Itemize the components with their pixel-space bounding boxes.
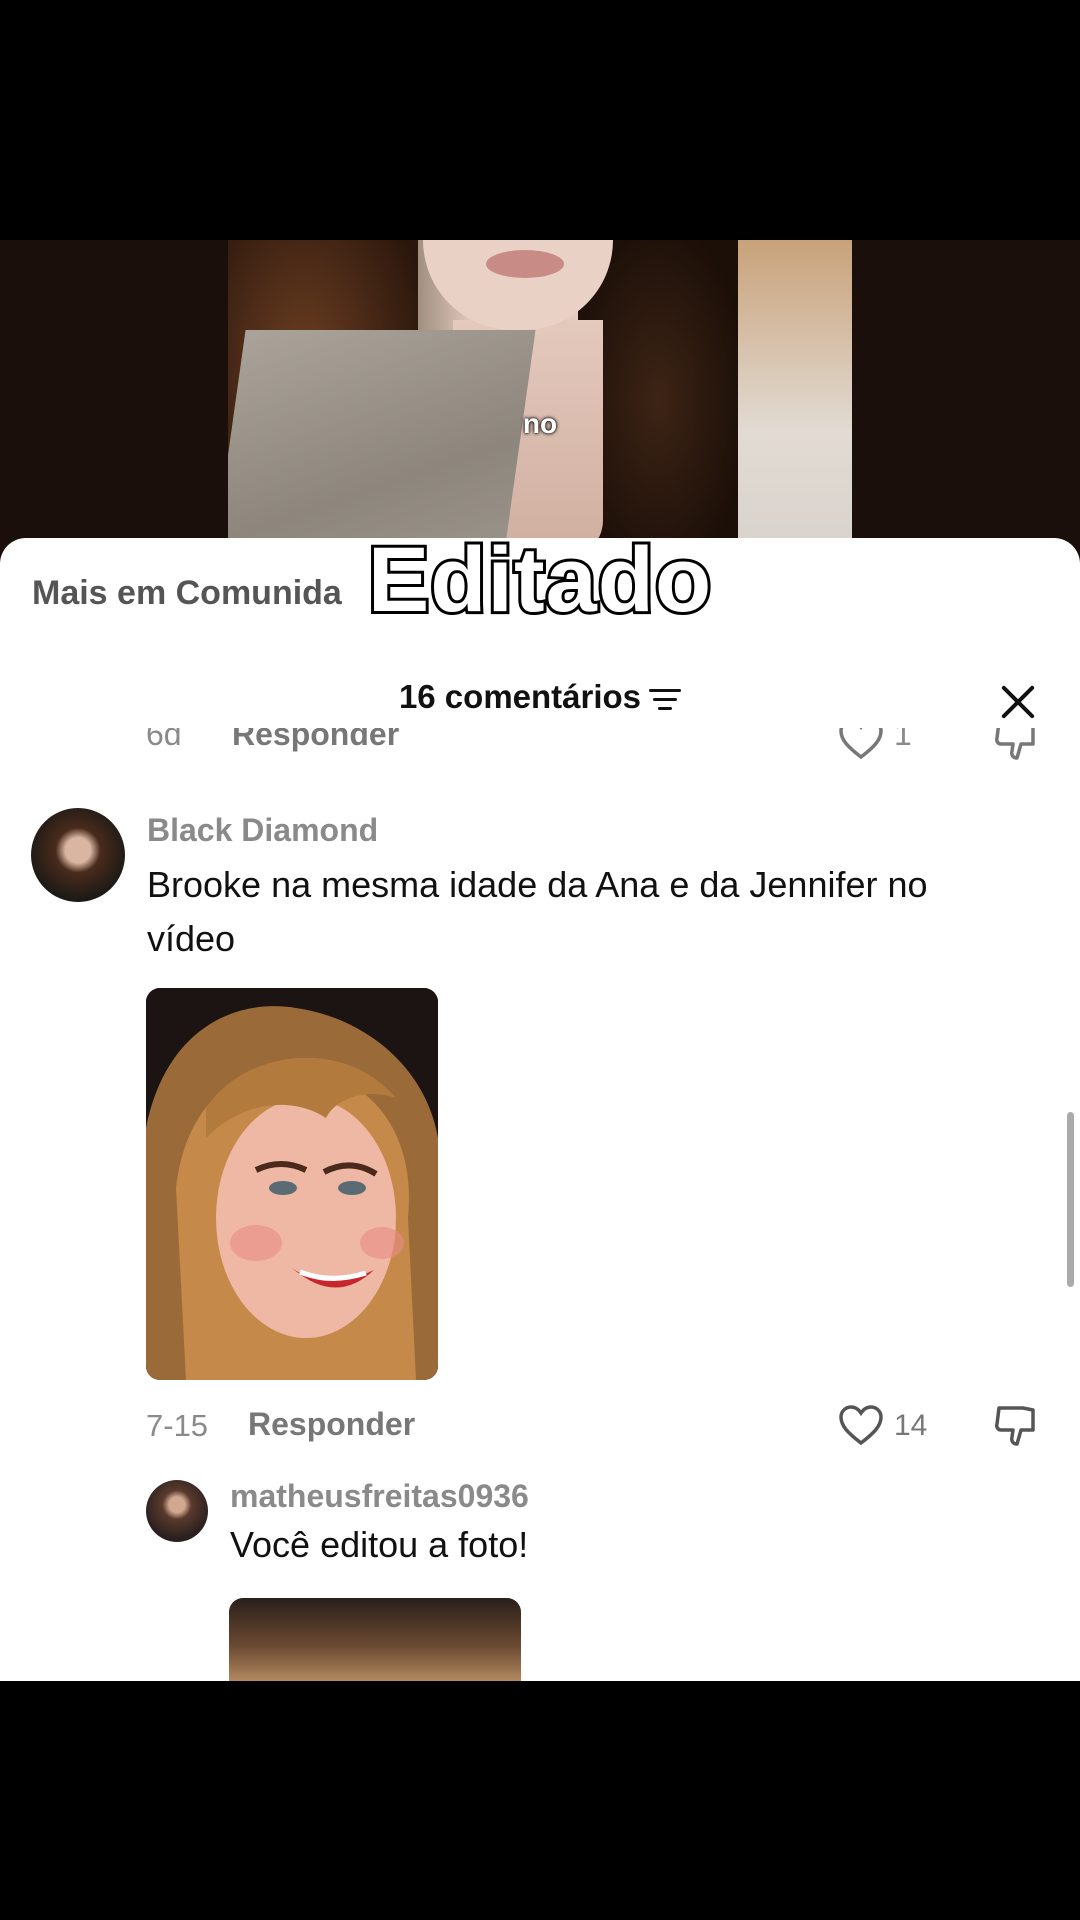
- comment-username[interactable]: Black Diamond: [147, 812, 378, 849]
- like-count: 14: [894, 1409, 928, 1442]
- overlay-title: Editado: [365, 538, 714, 634]
- top-letterbox: [0, 0, 1080, 240]
- thumbs-down-icon[interactable]: [993, 1404, 1039, 1453]
- heart-icon[interactable]: [838, 1404, 884, 1451]
- comment-username[interactable]: matheusfreitas0936: [230, 1478, 529, 1515]
- comment-text: Você editou a foto!: [230, 1524, 529, 1565]
- comment-photo[interactable]: [229, 1598, 521, 1681]
- reply-button[interactable]: Responder: [248, 1406, 415, 1443]
- scrollbar[interactable]: [1067, 1112, 1074, 1287]
- reply-button[interactable]: Responder: [232, 728, 399, 753]
- comment-date: 7-15: [146, 1408, 209, 1443]
- comment-time: 6d: [146, 728, 182, 752]
- close-icon[interactable]: [994, 678, 1042, 726]
- partial-comment-actions: 6d Responder 1: [0, 728, 1080, 768]
- comments-header: 16 comentários: [0, 678, 1080, 728]
- video-frame: [228, 240, 852, 560]
- thumbs-down-icon[interactable]: [993, 728, 1039, 768]
- avatar[interactable]: [31, 808, 125, 902]
- comments-sheet: Mais em Comunida Editado 16 comentários …: [0, 538, 1080, 1681]
- avatar[interactable]: [146, 1480, 208, 1542]
- video-player[interactable]: no: [0, 240, 1080, 560]
- comment-photo[interactable]: [146, 988, 438, 1380]
- filter-icon[interactable]: [649, 687, 682, 711]
- like-count: 1: [894, 728, 912, 752]
- heart-icon[interactable]: [838, 728, 884, 768]
- video-caption: no: [522, 408, 558, 439]
- comment-count: 16 comentários: [398, 678, 642, 715]
- comment-text: Brooke na mesma idade da Ana e da Jennif…: [147, 864, 928, 959]
- bottom-letterbox: [0, 1681, 1080, 1920]
